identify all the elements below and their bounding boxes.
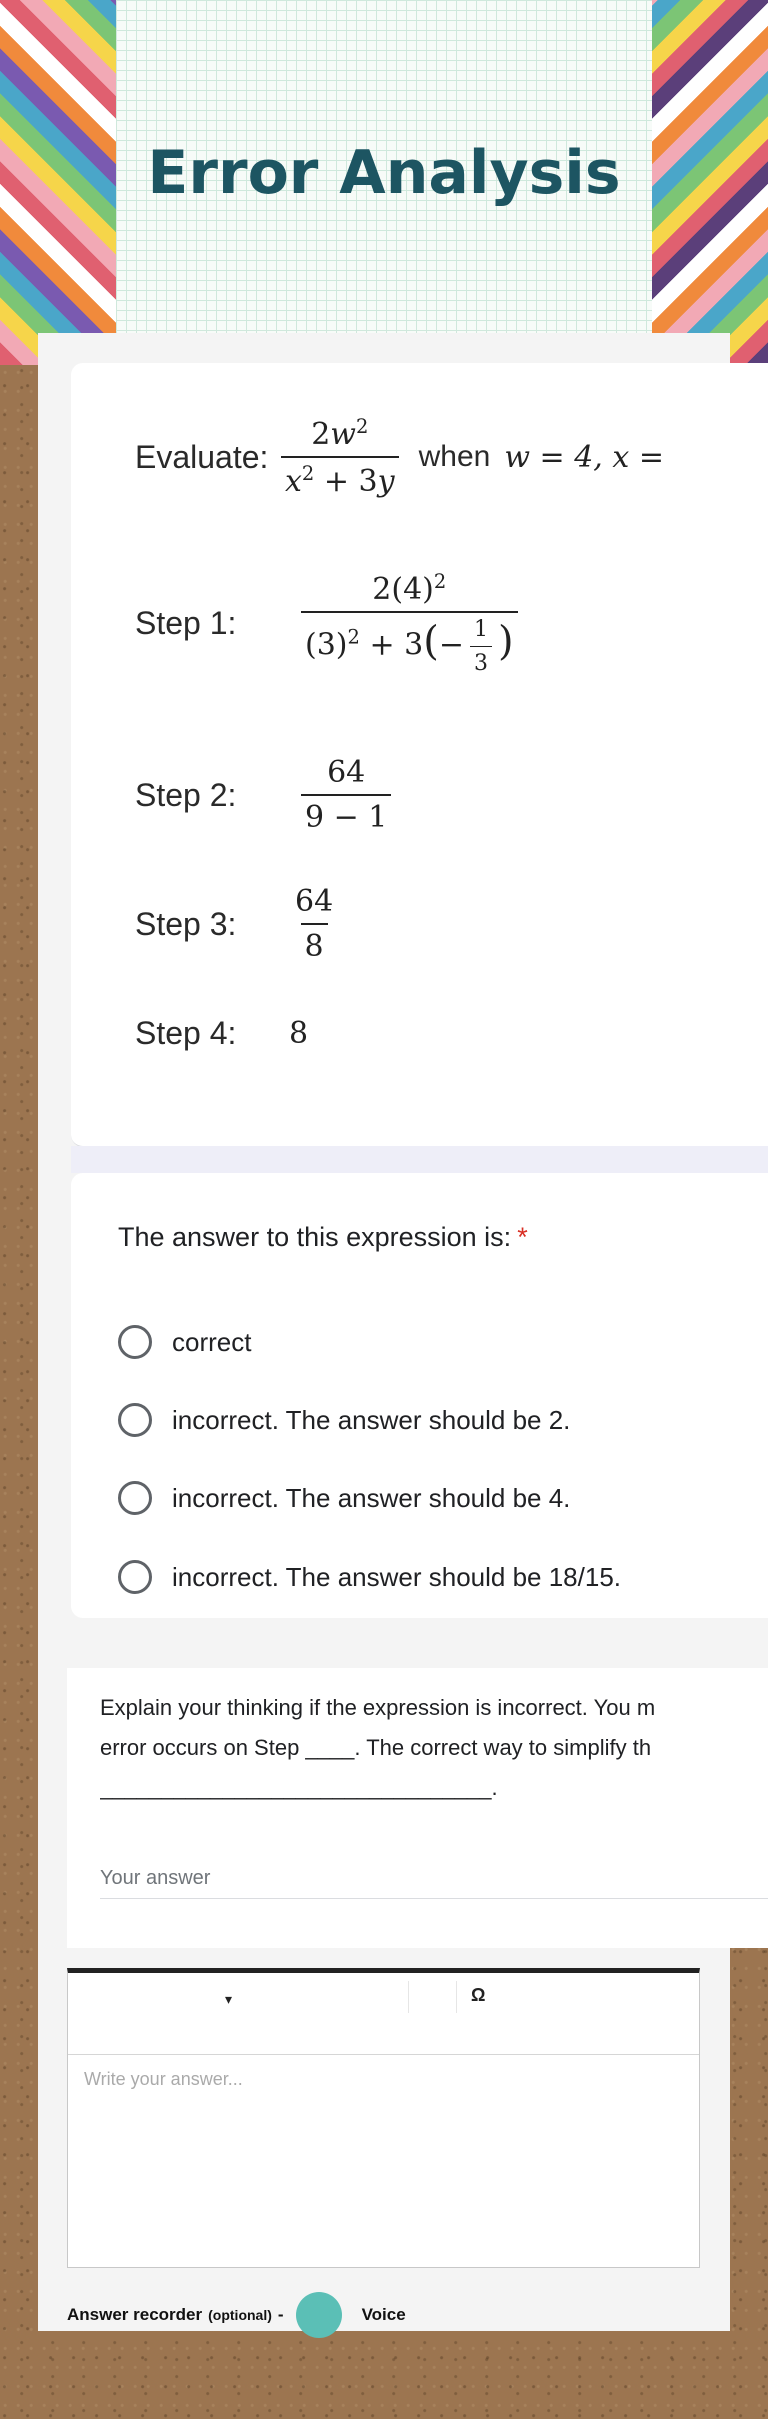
voice-label[interactable]: Voice [362, 2305, 406, 2325]
step-3-denominator: 8 [300, 923, 328, 964]
open-question-text: Explain your thinking if the expression … [100, 1688, 768, 1808]
radio-button[interactable] [118, 1481, 152, 1515]
recorder-optional: (optional) [208, 2307, 272, 2323]
option-incorrect-18-15[interactable]: incorrect. The answer should be 18/15. [118, 1560, 621, 1594]
question-text: The answer to this expression is: * [118, 1222, 528, 1253]
evaluate-label: Evaluate: [135, 438, 269, 475]
option-incorrect-4[interactable]: incorrect. The answer should be 4. [118, 1481, 570, 1515]
radio-button[interactable] [118, 1325, 152, 1359]
editor-textarea[interactable] [68, 2055, 699, 2263]
special-character-icon[interactable]: Ω [471, 1985, 485, 2006]
option-incorrect-2[interactable]: incorrect. The answer should be 2. [118, 1403, 570, 1437]
step-4-value: 8 [289, 1016, 309, 1051]
step-1-row: Step 1: 2(4)2 (3)2 + 3(− 1 3) [135, 570, 524, 676]
step-4-label: Step 4: [135, 1015, 237, 1051]
step-2-label: Step 2: [135, 776, 237, 813]
step-2-row: Step 2: 64 9 − 1 [135, 755, 397, 835]
card-gap [67, 1618, 768, 1668]
rich-text-editor: ▾ Ω [67, 1968, 700, 2268]
toolbar-divider [408, 1981, 409, 2013]
radio-button[interactable] [118, 1560, 152, 1594]
step-2-denominator: 9 − 1 [301, 794, 392, 835]
step-4-row: Step 4: 8 [135, 1015, 308, 1052]
record-voice-button[interactable] [295, 2292, 342, 2338]
option-label: incorrect. The answer should be 18/15. [172, 1561, 622, 1592]
page-title: Error Analysis [147, 138, 621, 208]
step-1-label: Step 1: [135, 604, 237, 641]
step-3-row: Step 3: 64 8 [135, 884, 343, 964]
open-question-line-3: ________________________________. [100, 1775, 498, 1800]
when-text: when [418, 440, 491, 473]
step-2-expression: 64 9 − 1 [295, 755, 397, 835]
evaluate-expression: 2w2 x2 + 3y [275, 415, 405, 499]
editor-toolbar: ▾ Ω [68, 1973, 699, 2055]
your-answer-input[interactable] [100, 1858, 768, 1899]
chevron-down-icon[interactable]: ▾ [225, 1991, 232, 2008]
option-label: incorrect. The answer should be 2. [172, 1404, 571, 1435]
step-3-numerator: 64 [295, 884, 334, 919]
open-question-line-1: Explain your thinking if the expression … [100, 1695, 656, 1720]
recorder-label: Answer recorder [67, 2305, 203, 2324]
option-correct[interactable]: correct [118, 1325, 251, 1359]
condition-value: w = 4, x = [504, 439, 664, 475]
step-3-label: Step 3: [135, 905, 237, 942]
option-label: correct [172, 1326, 252, 1357]
question-label: The answer to this expression is: [118, 1222, 512, 1252]
step-1-expression: 2(4)2 (3)2 + 3(− 1 3) [295, 570, 524, 676]
toolbar-divider [456, 1981, 457, 2013]
radio-button[interactable] [118, 1403, 152, 1437]
evaluate-row: Evaluate: 2w2 x2 + 3y when w = 4, x = [135, 415, 664, 499]
option-label: incorrect. The answer should be 4. [172, 1482, 571, 1513]
card-separator [71, 1146, 768, 1173]
required-asterisk: * [517, 1222, 528, 1252]
step-2-numerator: 64 [327, 755, 366, 790]
recorder-dash: - [277, 2305, 284, 2324]
condition-text: w = 4, x = [504, 440, 664, 475]
step-3-expression: 64 8 [285, 884, 343, 964]
answer-recorder: Answer recorder (optional) - Voice [67, 2292, 406, 2338]
open-question-line-2: error occurs on Step ____. The correct w… [100, 1735, 652, 1760]
